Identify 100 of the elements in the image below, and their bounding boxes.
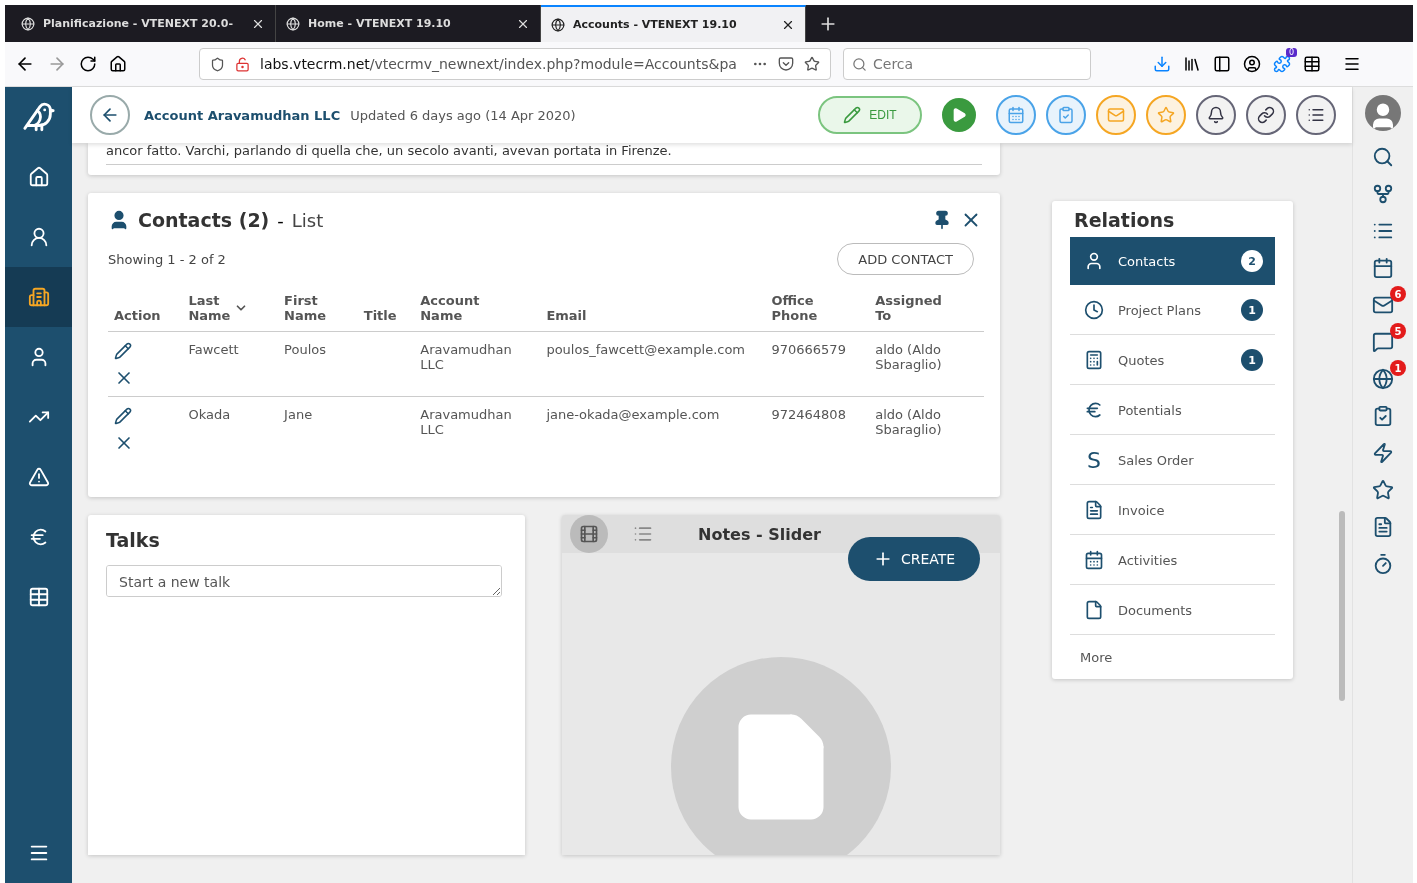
pencil-icon: [843, 106, 862, 124]
extension-icon[interactable]: [1273, 55, 1291, 73]
clock-icon: [1084, 300, 1104, 320]
mail-icon[interactable]: [1372, 294, 1394, 316]
check-icon[interactable]: [1372, 405, 1394, 427]
film-icon: [579, 524, 599, 544]
slider-view-button[interactable]: [570, 515, 608, 553]
play-button[interactable]: [942, 98, 976, 132]
link-button[interactable]: [1246, 95, 1286, 135]
library-icon[interactable]: [1183, 55, 1201, 73]
description-text: ancor fatto. Varchi, parlando di quella che, un secolo avanti, avevan portata in Firenze.: [106, 143, 982, 165]
table-cell: Jane: [284, 407, 313, 422]
bookmark-star-icon[interactable]: [804, 56, 820, 72]
create-button[interactable]: CREATE: [848, 537, 980, 581]
file-icon: [1084, 500, 1104, 520]
grid-icon[interactable]: [1303, 55, 1321, 73]
calendar-icon: [1084, 550, 1104, 570]
edit-icon[interactable]: [114, 407, 132, 425]
list-button[interactable]: [1296, 95, 1336, 135]
count-badge: 6: [1390, 286, 1406, 302]
globe-icon: [286, 16, 300, 31]
relation-item[interactable]: Invoice: [1070, 486, 1275, 535]
split-icon[interactable]: [1372, 183, 1394, 205]
table-icon: [27, 586, 50, 608]
calendar-icon: [1007, 106, 1025, 124]
column-header[interactable]: First Name: [284, 293, 327, 323]
separator: -: [277, 209, 284, 231]
menu-icon[interactable]: [1343, 55, 1361, 73]
home-icon[interactable]: [109, 55, 127, 73]
address-bar[interactable]: labs.vtecrm.net/vtecrmv_newnext/index.php?module=Accounts&pa: [199, 48, 831, 80]
account-icon[interactable]: [1243, 55, 1261, 73]
logo-icon[interactable]: [21, 100, 56, 134]
calendar-button[interactable]: [996, 95, 1036, 135]
column-header[interactable]: Last Name: [188, 293, 249, 323]
column-header[interactable]: Email: [546, 308, 587, 323]
globe-icon[interactable]: [1372, 368, 1394, 390]
sidebar-icon[interactable]: [1213, 55, 1231, 73]
avatar-icon[interactable]: [1365, 95, 1401, 131]
add-contact-button[interactable]: ADD CONTACT: [837, 243, 974, 275]
table-cell-text: Aravamudhan LLC: [420, 342, 513, 372]
star-icon[interactable]: [1372, 479, 1394, 501]
updated-text: Updated 6 days ago (14 Apr 2020): [350, 107, 577, 123]
relation-item[interactable]: Activities: [1070, 536, 1275, 585]
s-icon: S: [1087, 447, 1101, 473]
chat-icon[interactable]: [1372, 331, 1394, 353]
star-button[interactable]: [1146, 95, 1186, 135]
relation-item[interactable]: Documents: [1070, 586, 1275, 635]
table-cell: 970666579: [771, 342, 846, 357]
link-icon: [1257, 106, 1275, 124]
star-icon: [1157, 106, 1175, 124]
bell-icon: [1207, 106, 1225, 124]
clipboard-button[interactable]: [1046, 95, 1086, 135]
column-header[interactable]: Office Phone: [771, 293, 818, 323]
pin-icon[interactable]: [932, 210, 952, 230]
document-icon: [1084, 600, 1104, 620]
relation-item[interactable]: Project Plans 1: [1070, 286, 1275, 335]
reload-icon[interactable]: [79, 55, 97, 73]
table-cell-text: aldo (Aldo Sbaraglio): [875, 407, 943, 437]
lock-icon: [235, 56, 250, 72]
search-icon: [852, 56, 867, 72]
record-title: Account Aravamudhan LLC: [144, 107, 341, 123]
list-icon: [633, 524, 653, 544]
column-header[interactable]: Account Name: [420, 293, 480, 323]
relation-item[interactable]: Contacts 2: [1070, 237, 1275, 285]
sidebar-item[interactable]: [5, 267, 72, 327]
search-icon[interactable]: [1372, 146, 1394, 168]
building-icon: [27, 286, 50, 308]
table-cell: 972464808: [771, 407, 846, 422]
edit-icon[interactable]: [114, 342, 132, 360]
download-icon[interactable]: [1153, 55, 1171, 73]
shield-icon: [210, 56, 225, 72]
calculator-icon: [1084, 350, 1104, 370]
talk-input[interactable]: Start a new talk: [106, 565, 502, 597]
browser-tab[interactable]: Accounts - VTENEXT 19.10: [541, 5, 806, 42]
bell-button[interactable]: [1196, 95, 1236, 135]
count-badge: 1: [1390, 360, 1406, 376]
view-label: List: [291, 209, 325, 231]
search-field[interactable]: Cerca: [843, 48, 1091, 80]
column-header[interactable]: Action: [114, 308, 161, 323]
back-button[interactable]: [90, 95, 130, 135]
column-header[interactable]: Assigned To: [875, 293, 942, 323]
calendar-icon[interactable]: [1372, 257, 1394, 279]
user-icon: [1084, 251, 1104, 271]
pagination-text: Showing 1 - 2 of 2: [108, 251, 226, 267]
column-header[interactable]: Title: [363, 308, 397, 323]
relation-item[interactable]: Quotes 1: [1070, 336, 1275, 385]
home-icon: [27, 166, 50, 188]
panel-title: Contacts (2): [138, 209, 270, 231]
bolt-icon[interactable]: [1372, 442, 1394, 464]
table-cell: Okada: [188, 407, 231, 422]
pocket-icon[interactable]: [778, 56, 794, 72]
panel-title: Relations: [1074, 209, 1176, 231]
timer-icon[interactable]: [1372, 553, 1394, 575]
relation-item[interactable]: Potentials: [1070, 386, 1275, 435]
relation-item[interactable]: S Sales Order: [1070, 436, 1275, 485]
clipboard-icon: [1057, 106, 1075, 124]
file-icon[interactable]: [1372, 516, 1394, 538]
more-link[interactable]: More: [1070, 636, 1275, 665]
panel-title: Notes - Slider: [698, 524, 821, 544]
scrollbar-thumb[interactable]: [1339, 511, 1345, 701]
